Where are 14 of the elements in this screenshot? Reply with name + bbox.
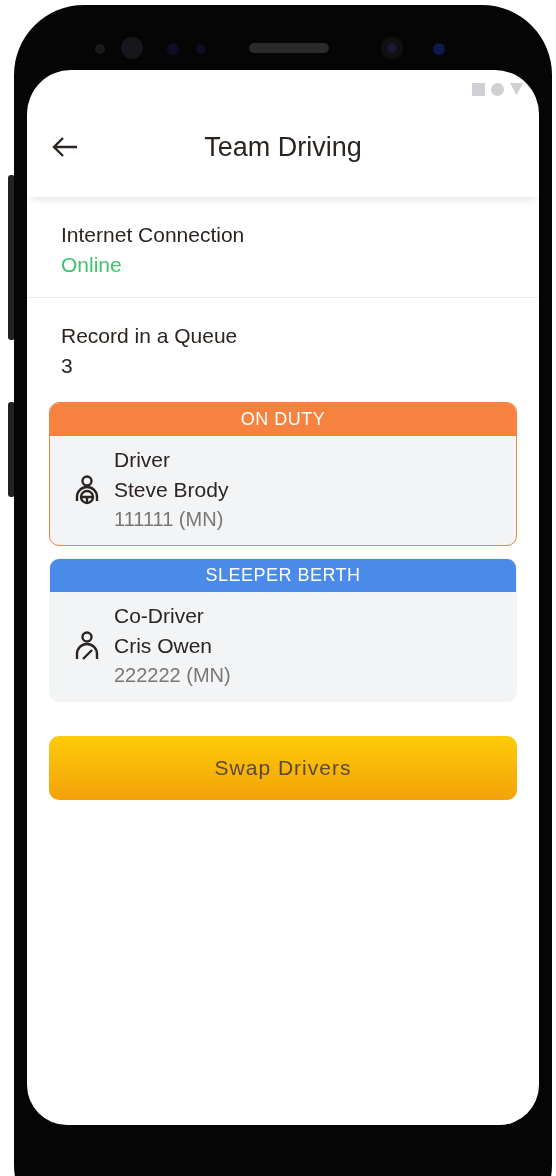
- status-band: SLEEPER BERTH: [50, 559, 516, 592]
- driver-name: Steve Brody: [114, 478, 229, 502]
- info-value: 3: [61, 354, 74, 378]
- driver-name: Cris Owen: [114, 634, 214, 658]
- driver-role: Driver: [114, 448, 171, 472]
- status-band: ON DUTY: [50, 403, 516, 436]
- info-label: Internet Connection: [61, 223, 246, 247]
- driver-id: 111111 (MN): [114, 508, 225, 531]
- driver-id: 222222 (MN): [114, 664, 231, 687]
- swap-drivers-button[interactable]: Swap Drivers: [49, 736, 517, 800]
- info-value: Online: [61, 253, 123, 277]
- driver-role: Co-Driver: [114, 604, 205, 628]
- page-title: Team Driving: [203, 131, 363, 163]
- info-label: Record in a Queue: [61, 324, 239, 348]
